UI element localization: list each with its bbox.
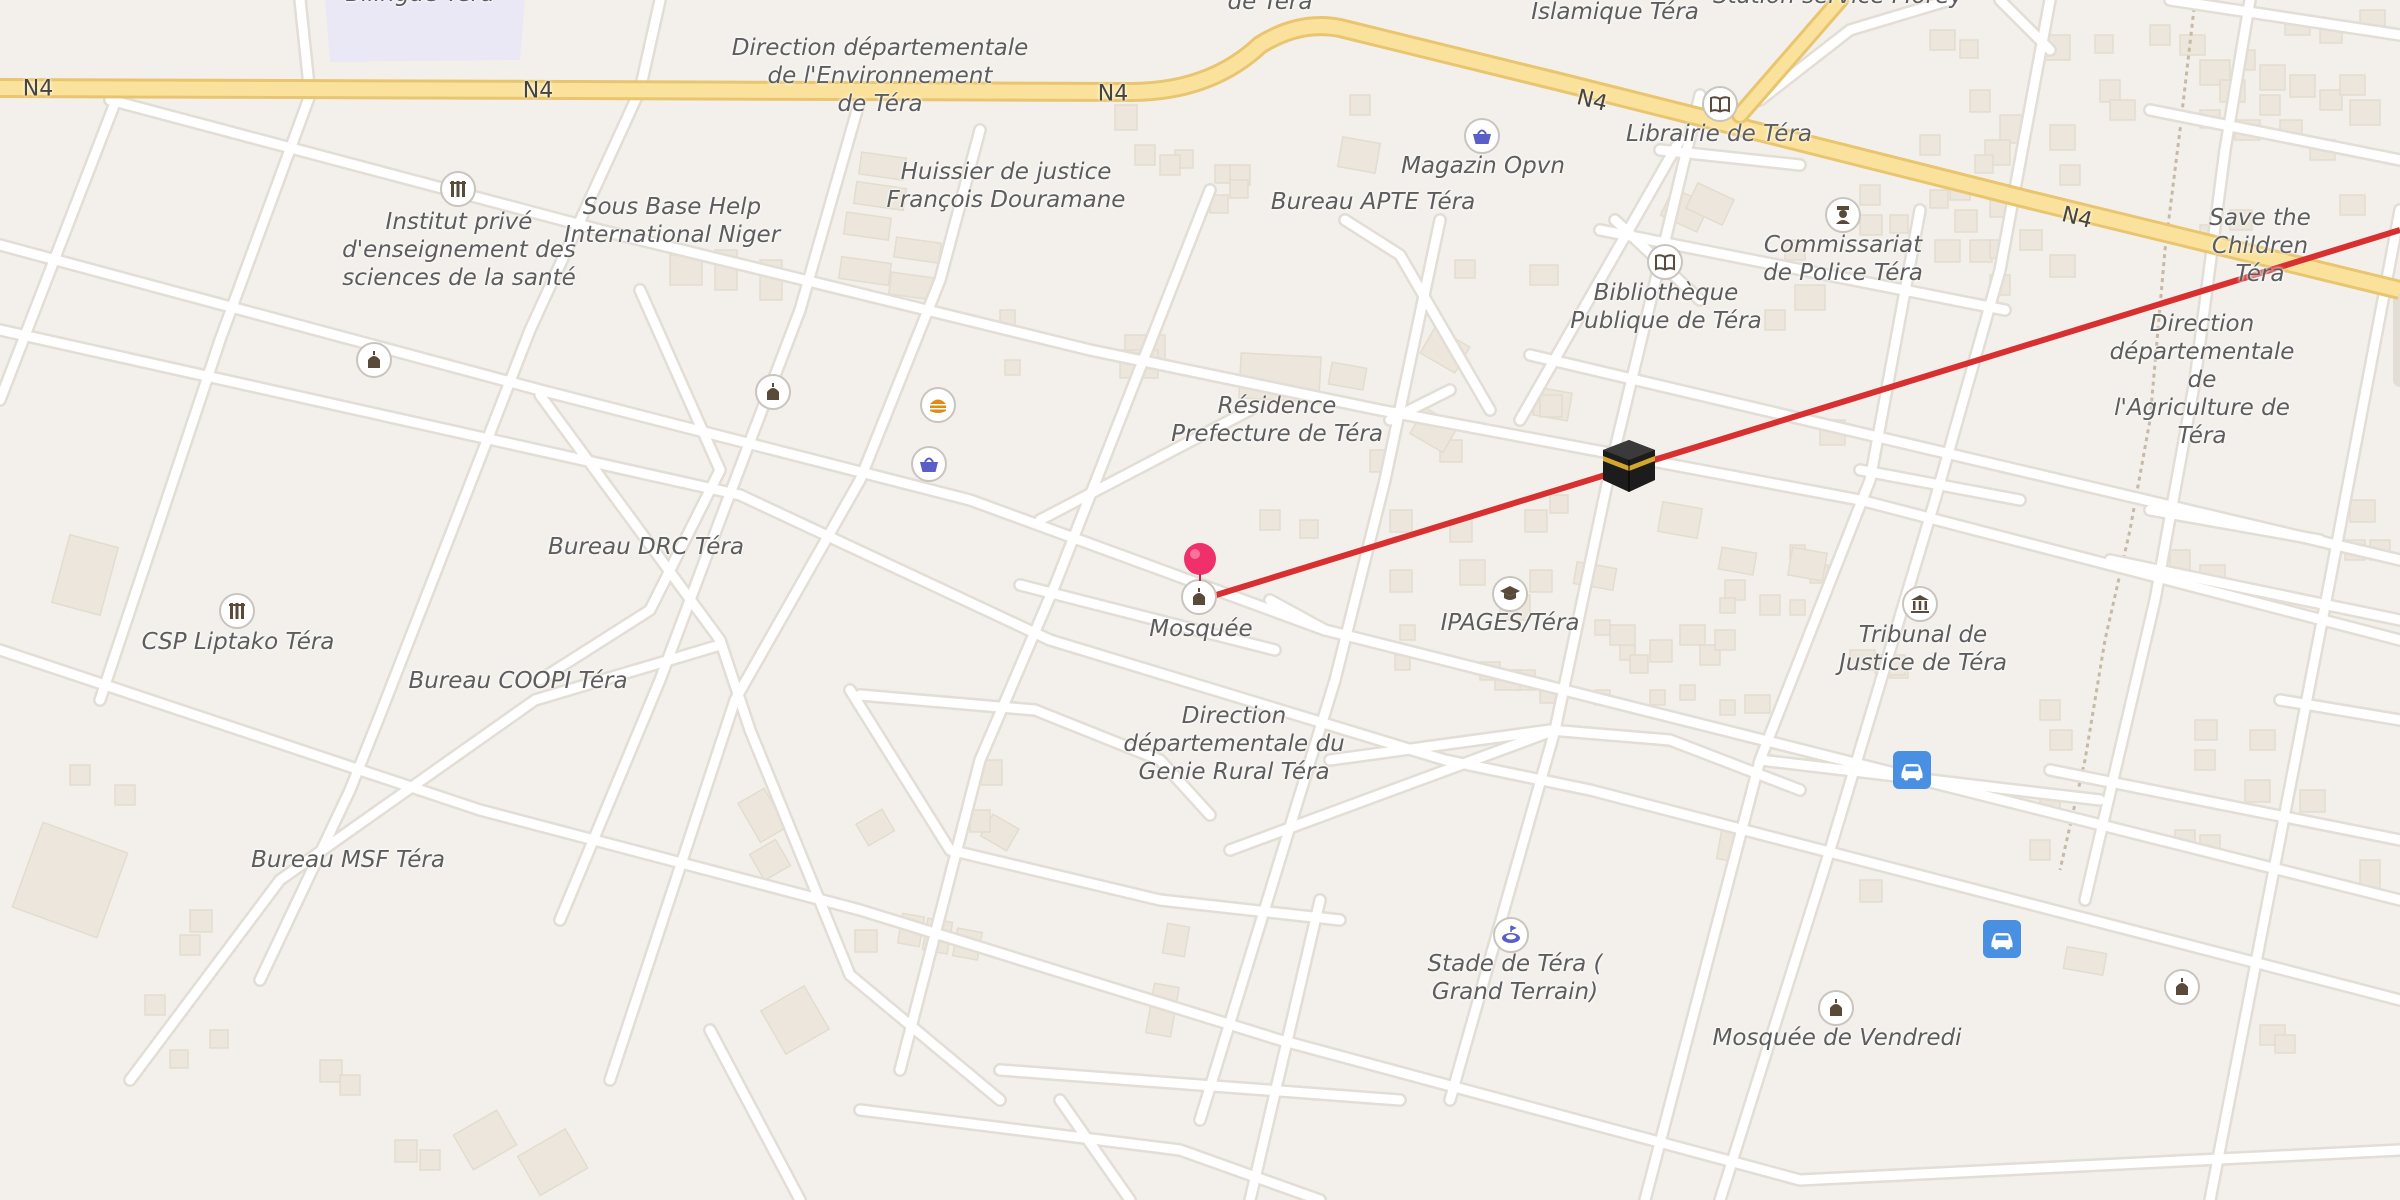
car-icon[interactable] xyxy=(1983,920,2021,958)
mosque-icon[interactable] xyxy=(2164,969,2200,1005)
stadium-icon[interactable] xyxy=(1493,917,1529,953)
school-icon[interactable] xyxy=(440,171,476,207)
landuse-area xyxy=(325,0,525,62)
shopping-basket-icon[interactable] xyxy=(911,446,947,482)
road-label-n4: N4 xyxy=(1097,81,1129,107)
kaaba-icon xyxy=(1599,438,1659,498)
map-view[interactable]: N4 N4 N4 N4 N4 Bilingue Téra de Téra Isl… xyxy=(0,0,2400,1200)
school-icon[interactable] xyxy=(219,593,255,629)
mosque-icon[interactable] xyxy=(755,374,791,410)
book-icon[interactable] xyxy=(1647,244,1683,280)
graduation-cap-icon[interactable] xyxy=(1492,576,1528,612)
book-icon[interactable] xyxy=(1702,86,1738,122)
courthouse-icon[interactable] xyxy=(1902,586,1938,622)
road-label-n4: N4 xyxy=(522,78,554,104)
shopping-basket-icon[interactable] xyxy=(1464,118,1500,154)
police-icon[interactable] xyxy=(1825,197,1861,233)
road-label-n4: N4 xyxy=(22,76,54,102)
car-icon[interactable] xyxy=(1893,751,1931,789)
location-pin-icon[interactable] xyxy=(1180,541,1220,585)
mosque-icon[interactable] xyxy=(1818,990,1854,1026)
burger-icon[interactable] xyxy=(920,387,956,423)
mosque-icon[interactable] xyxy=(356,342,392,378)
